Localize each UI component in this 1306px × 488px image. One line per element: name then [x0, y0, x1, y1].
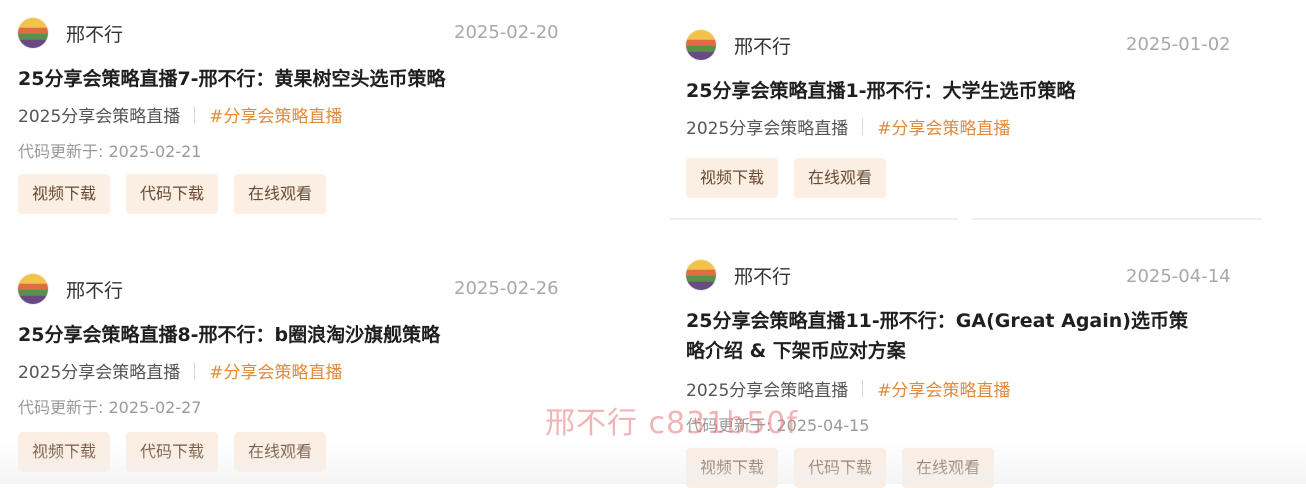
author-row: 邢不行: [686, 30, 791, 60]
action-buttons: 视频下载 在线观看: [686, 158, 902, 198]
card-meta: 2025分享会策略直播 #分享会策略直播: [686, 114, 1011, 139]
action-buttons: 视频下载 代码下载 在线观看: [686, 448, 1010, 488]
meta-separator: [194, 362, 196, 379]
author-name[interactable]: 邢不行: [734, 32, 791, 59]
page: 邢不行 2025-02-20 25分享会策略直播7-邢不行：黄果树空头选币策略 …: [0, 0, 1306, 488]
collection-label[interactable]: 2025分享会策略直播: [686, 114, 848, 139]
video-download-button[interactable]: 视频下载: [686, 158, 779, 198]
author-avatar[interactable]: [686, 260, 716, 290]
author-row: 邢不行: [18, 18, 123, 48]
publish-date: 2025-02-26: [454, 278, 559, 299]
video-download-button[interactable]: 视频下载: [18, 174, 111, 214]
topic-tag[interactable]: #分享会策略直播: [877, 376, 1010, 401]
action-buttons: 视频下载 代码下载 在线观看: [18, 174, 342, 214]
collection-label[interactable]: 2025分享会策略直播: [18, 102, 180, 127]
video-download-button[interactable]: 视频下载: [18, 432, 111, 472]
content-card: 邢不行 2025-02-26 25分享会策略直播8-邢不行：b圈浪淘沙旗舰策略 …: [18, 272, 598, 482]
card-title-line: 略介绍 & 下架币应对方案: [686, 340, 906, 362]
section-divider: [670, 218, 958, 220]
topic-tag[interactable]: #分享会策略直播: [877, 114, 1010, 139]
author-row: 邢不行: [18, 274, 123, 304]
card-meta: 2025分享会策略直播 #分享会策略直播: [18, 102, 343, 127]
publish-date: 2025-01-02: [1126, 34, 1231, 55]
publish-date: 2025-04-14: [1126, 266, 1231, 287]
meta-separator: [194, 106, 196, 123]
author-row: 邢不行: [686, 260, 791, 290]
action-buttons: 视频下载 代码下载 在线观看: [18, 432, 342, 472]
content-card: 邢不行 2025-04-14 25分享会策略直播11-邢不行：GA(Great …: [686, 258, 1266, 488]
watch-online-button[interactable]: 在线观看: [902, 448, 995, 488]
card-title[interactable]: 25分享会策略直播11-邢不行：GA(Great Again)选币策 略介绍 &…: [686, 306, 1246, 366]
author-avatar[interactable]: [18, 274, 48, 304]
author-name[interactable]: 邢不行: [66, 20, 123, 47]
watch-online-button[interactable]: 在线观看: [234, 174, 327, 214]
meta-separator: [862, 380, 864, 397]
content-card: 邢不行 2025-01-02 25分享会策略直播1-邢不行：大学生选币策略 20…: [686, 28, 1266, 208]
topic-tag[interactable]: #分享会策略直播: [209, 358, 342, 383]
card-title[interactable]: 25分享会策略直播8-邢不行：b圈浪淘沙旗舰策略: [18, 320, 440, 347]
card-title[interactable]: 25分享会策略直播1-邢不行：大学生选币策略: [686, 76, 1076, 103]
author-name[interactable]: 邢不行: [734, 262, 791, 289]
watch-online-button[interactable]: 在线观看: [794, 158, 887, 198]
meta-separator: [862, 118, 864, 135]
author-avatar[interactable]: [18, 18, 48, 48]
code-download-button[interactable]: 代码下载: [126, 432, 219, 472]
card-meta: 2025分享会策略直播 #分享会策略直播: [18, 358, 343, 383]
code-download-button[interactable]: 代码下载: [794, 448, 887, 488]
content-card: 邢不行 2025-02-20 25分享会策略直播7-邢不行：黄果树空头选币策略 …: [18, 16, 598, 226]
code-update-date: 代码更新于: 2025-02-27: [18, 398, 202, 417]
watch-online-button[interactable]: 在线观看: [234, 432, 327, 472]
card-title[interactable]: 25分享会策略直播7-邢不行：黄果树空头选币策略: [18, 64, 446, 91]
topic-tag[interactable]: #分享会策略直播: [209, 102, 342, 127]
publish-date: 2025-02-20: [454, 22, 559, 43]
code-update-date: 代码更新于: 2025-02-21: [18, 142, 202, 161]
author-name[interactable]: 邢不行: [66, 276, 123, 303]
card-title-line: 25分享会策略直播11-邢不行：GA(Great Again)选币策: [686, 310, 1188, 332]
watermark: 邢不行 c831b50f: [545, 406, 799, 441]
video-download-button[interactable]: 视频下载: [686, 448, 779, 488]
section-divider: [972, 218, 1262, 220]
collection-label[interactable]: 2025分享会策略直播: [18, 358, 180, 383]
author-avatar[interactable]: [686, 30, 716, 60]
code-download-button[interactable]: 代码下载: [126, 174, 219, 214]
